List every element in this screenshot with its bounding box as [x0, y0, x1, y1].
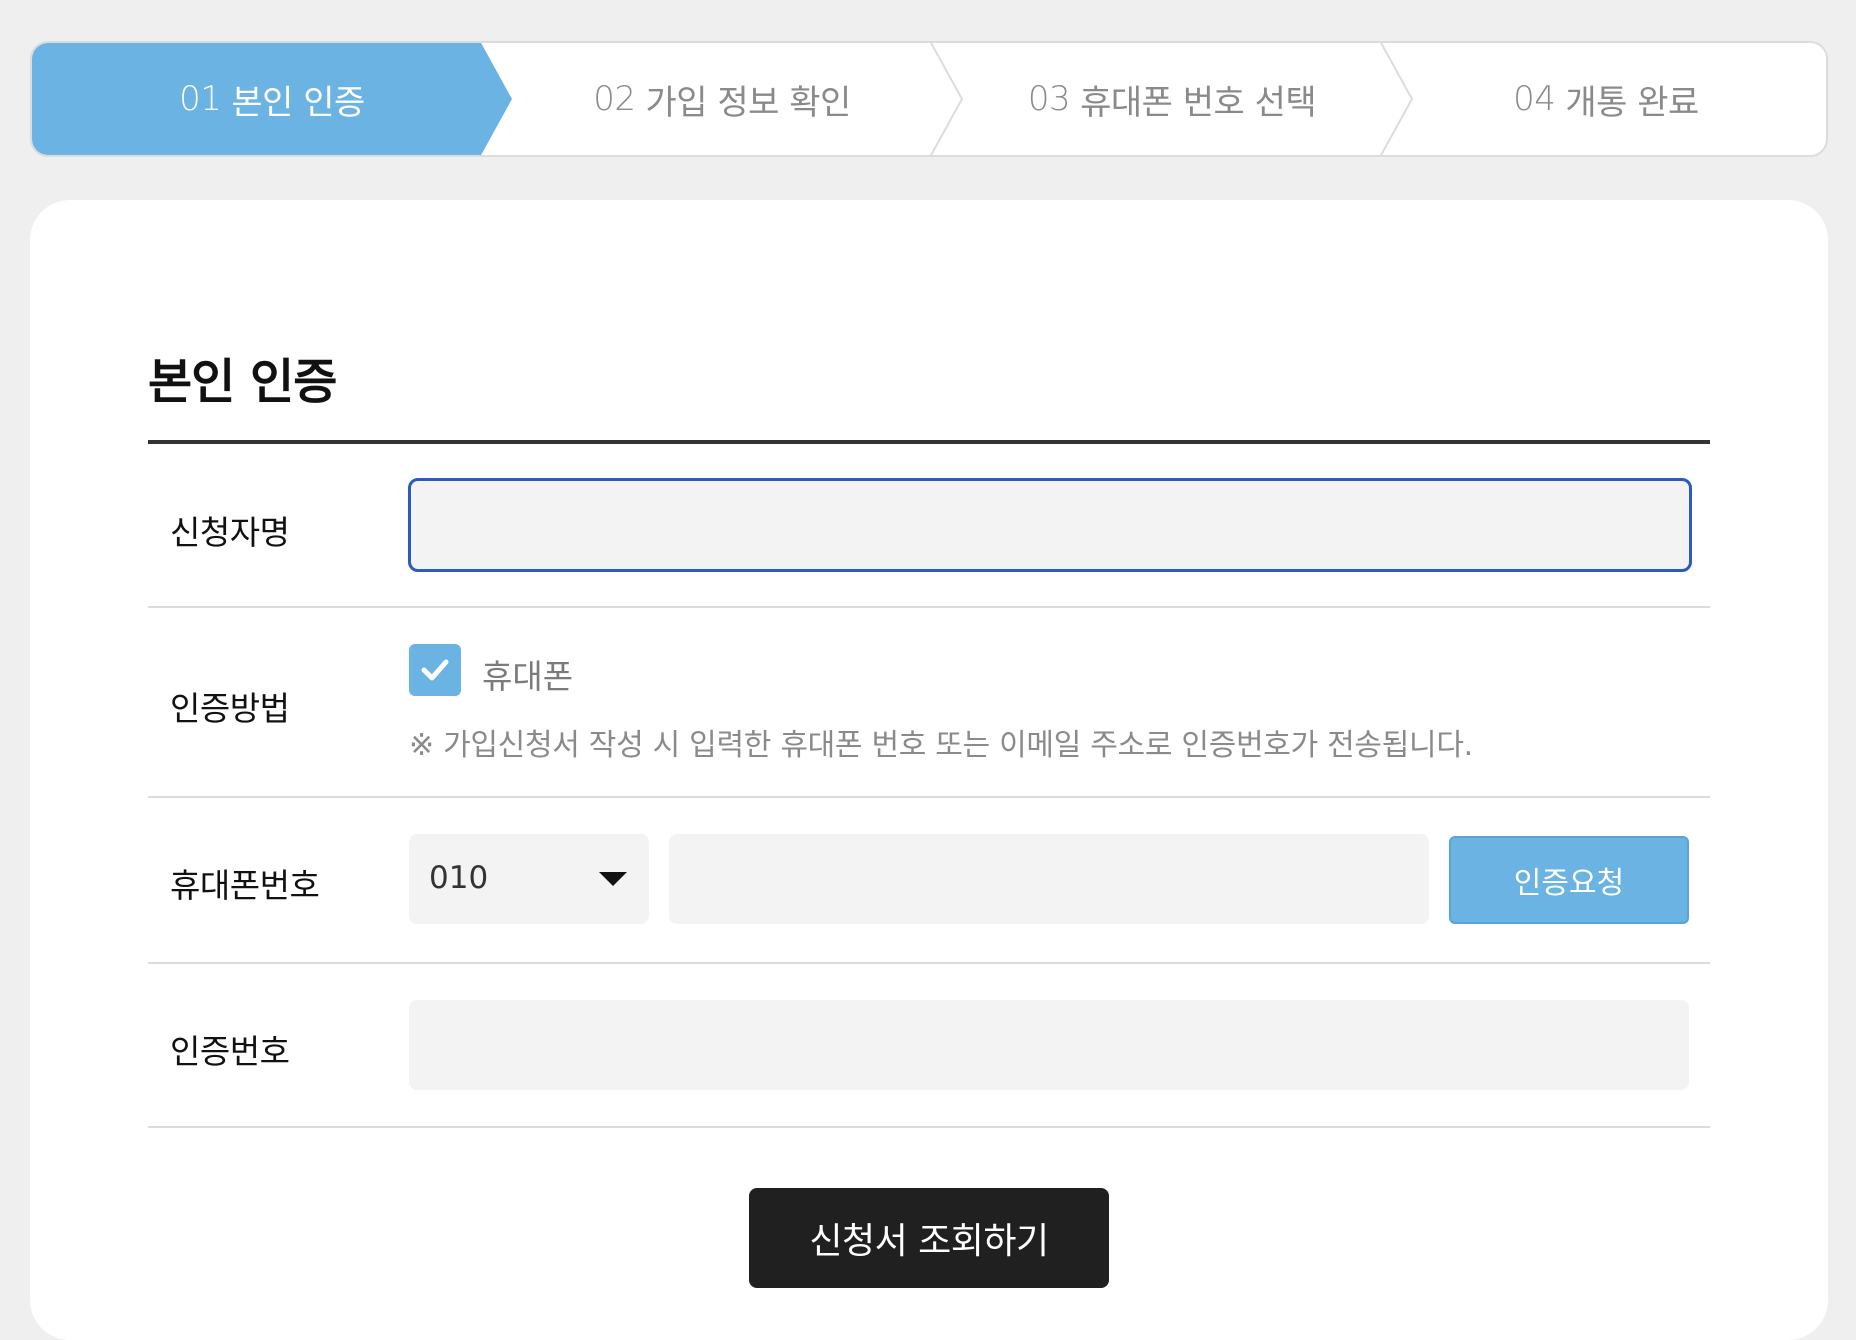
phone-prefix-select[interactable]: 010: [409, 834, 649, 924]
step-3-number: 03: [1027, 79, 1071, 119]
progress-stepper: 01 본인 인증 02 가입 정보 확인 03 휴대폰 번호 선택 04 개통 …: [30, 41, 1828, 157]
phone-number-label: 휴대폰번호: [170, 866, 320, 905]
method-notice: ※ 가입신청서 작성 시 입력한 휴대폰 번호 또는 이메일 주소로 인증번호가…: [409, 728, 1473, 763]
step-4-label: 개통 완료: [1565, 82, 1699, 123]
verification-code-label: 인증번호: [170, 1032, 290, 1071]
verification-code-input[interactable]: [409, 1000, 1689, 1090]
verification-card: 본인 인증 신청자명 인증방법 휴대폰 ※ 가입신청서 작성 시 입력한 휴대폰…: [30, 200, 1828, 1340]
checkmark-icon: [421, 659, 449, 681]
step-4-number: 04: [1513, 79, 1556, 119]
applicant-name-label: 신청자명: [170, 513, 290, 552]
phone-number-input[interactable]: [669, 834, 1429, 924]
step-3: 03 휴대폰 번호 선택: [932, 43, 1412, 155]
title-divider: [148, 440, 1710, 444]
request-code-button[interactable]: 인증요청: [1449, 836, 1689, 924]
step-4: 04 개통 완료: [1382, 43, 1826, 155]
step-3-label: 휴대폰 번호 선택: [1080, 82, 1317, 123]
row-divider: [148, 796, 1710, 798]
chevron-down-icon: [599, 872, 627, 886]
applicant-name-input[interactable]: [408, 478, 1692, 572]
step-1-label: 본인 인증: [231, 82, 365, 123]
view-application-button[interactable]: 신청서 조회하기: [749, 1188, 1109, 1288]
phone-prefix-value: 010: [429, 860, 489, 896]
page-title: 본인 인증: [148, 354, 337, 410]
phone-method-checkbox[interactable]: [409, 644, 461, 696]
step-1: 01 본인 인증: [32, 43, 512, 155]
step-2: 02 가입 정보 확인: [482, 43, 962, 155]
step-2-label: 가입 정보 확인: [645, 82, 851, 123]
row-divider: [148, 606, 1710, 608]
row-divider: [148, 1126, 1710, 1128]
step-2-number: 02: [593, 79, 636, 119]
step-1-number: 01: [179, 79, 222, 119]
row-divider: [148, 962, 1710, 964]
verification-method-label: 인증방법: [170, 689, 290, 728]
phone-method-label[interactable]: 휴대폰: [482, 650, 573, 698]
